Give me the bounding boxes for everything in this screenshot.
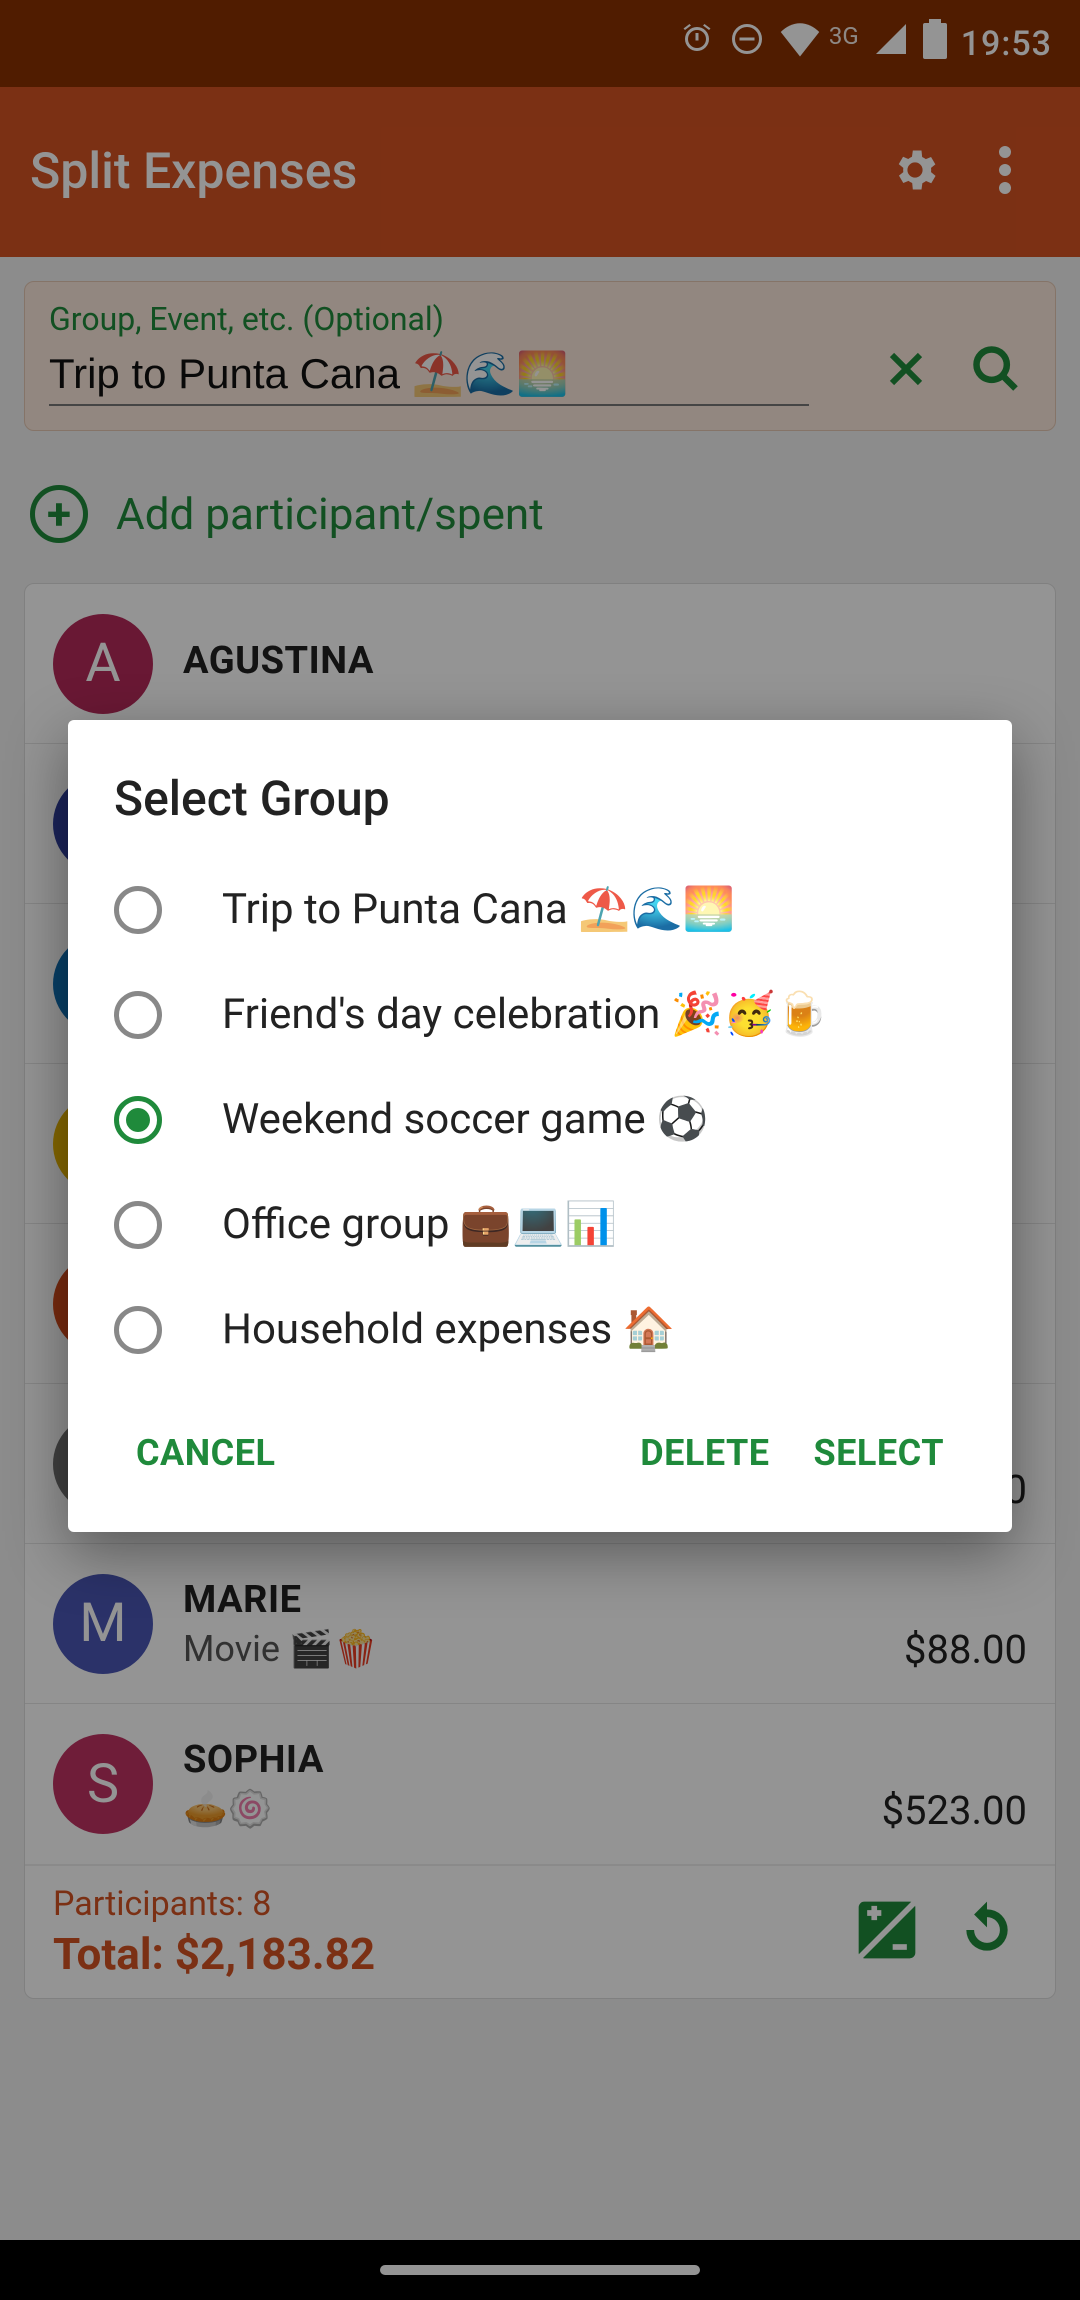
select-group-dialog: Select Group Trip to Punta Cana ⛱️🌊🌅 Frie…	[68, 720, 1012, 1532]
group-option[interactable]: Trip to Punta Cana ⛱️🌊🌅	[68, 857, 1012, 962]
group-option-label: Household expenses 🏠	[222, 1305, 675, 1354]
radio-icon	[114, 1096, 162, 1144]
radio-icon	[114, 886, 162, 934]
radio-icon	[114, 1201, 162, 1249]
group-option[interactable]: Office group 💼💻📊	[68, 1172, 1012, 1277]
dialog-delete-button[interactable]: DELETE	[618, 1418, 791, 1488]
dialog-title: Select Group	[68, 770, 1012, 857]
group-option-label: Friend's day celebration 🎉🥳🍺	[222, 990, 828, 1039]
group-option-label: Weekend soccer game ⚽	[222, 1095, 708, 1144]
radio-icon	[114, 1306, 162, 1354]
group-option[interactable]: Weekend soccer game ⚽	[68, 1067, 1012, 1172]
dialog-select-button[interactable]: SELECT	[792, 1418, 967, 1488]
group-option-label: Trip to Punta Cana ⛱️🌊🌅	[222, 885, 735, 934]
group-option[interactable]: Household expenses 🏠	[68, 1277, 1012, 1382]
dialog-cancel-button[interactable]: CANCEL	[114, 1418, 297, 1488]
group-option-label: Office group 💼💻📊	[222, 1200, 617, 1249]
radio-icon	[114, 991, 162, 1039]
group-option[interactable]: Friend's day celebration 🎉🥳🍺	[68, 962, 1012, 1067]
